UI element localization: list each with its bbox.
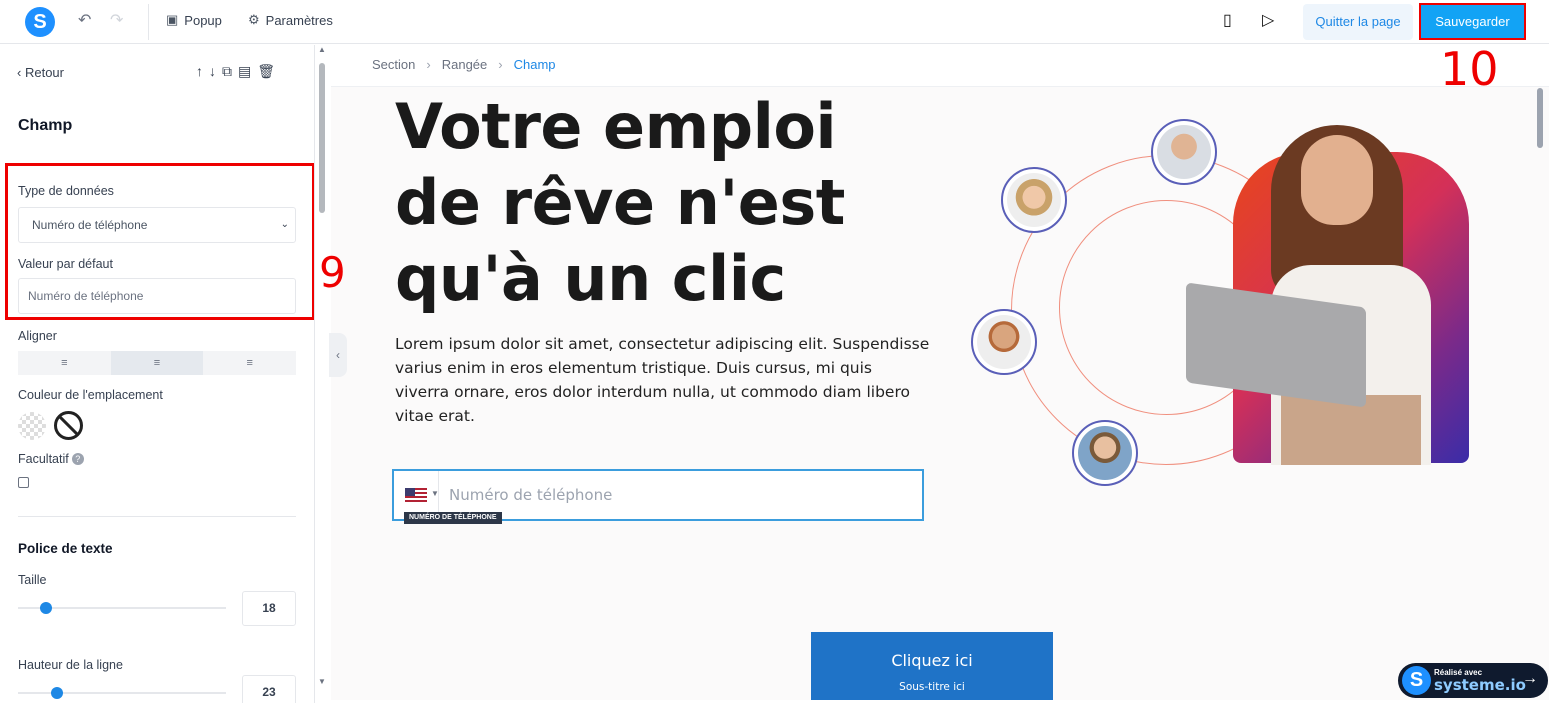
annotation-step-10: 10 <box>1440 42 1499 96</box>
systeme-logo-icon[interactable]: S <box>25 7 55 37</box>
panel-title: Champ <box>18 117 73 134</box>
woman-face <box>1301 135 1373 225</box>
size-input[interactable]: 18 <box>242 591 296 626</box>
cta-label: Cliquez ici <box>891 651 973 670</box>
systeme-badge-logo-icon: S <box>1402 666 1431 695</box>
align-left-icon[interactable]: ≡ <box>18 351 111 375</box>
align-right-icon[interactable]: ≡ <box>203 351 296 375</box>
element-actions: ↑ ↓ ⧉ ▤ 🗑 <box>196 63 275 80</box>
optional-label: Facultatif <box>18 452 69 466</box>
hero-text[interactable]: Lorem ipsum dolor sit amet, consectetur … <box>395 332 930 428</box>
avatar-man-glasses <box>1151 119 1217 185</box>
size-slider-handle[interactable] <box>40 602 52 614</box>
settings-label: Paramètres <box>265 12 333 28</box>
line-height-slider[interactable] <box>18 687 226 699</box>
avatar-woman-blonde <box>1001 167 1067 233</box>
canvas-scrollbar-thumb[interactable] <box>1537 88 1543 148</box>
canvas-scrollbar[interactable] <box>1535 88 1545 698</box>
settings-button[interactable]: ⚙ Paramètres <box>248 12 333 28</box>
arrow-right-icon: → <box>1522 670 1538 687</box>
quit-page-button[interactable]: Quitter la page <box>1303 4 1413 40</box>
avatar-woman-denim <box>1072 420 1138 486</box>
help-icon[interactable]: ? <box>71 453 84 465</box>
data-type-label: Type de données <box>18 184 114 198</box>
breadcrumb-row[interactable]: Rangée <box>442 57 488 72</box>
align-button-group: ≡ ≡ ≡ <box>18 351 296 375</box>
avatar-man-beard <box>971 309 1037 375</box>
breadcrumb-section[interactable]: Section <box>372 57 415 72</box>
popup-button[interactable]: ▣ Popup <box>166 12 222 28</box>
chevron-down-icon: ⌄ <box>280 219 289 230</box>
annotation-step-9: 9 <box>319 248 346 297</box>
chevron-left-icon: ‹ <box>336 348 340 362</box>
play-preview-icon[interactable]: ▷ <box>1262 10 1274 32</box>
panel-divider <box>18 516 296 517</box>
chevron-left-icon: ‹ <box>17 65 22 80</box>
optional-checkbox[interactable] <box>18 477 29 488</box>
hero-title[interactable]: Votre emploi de rêve n'est qu'à un clic <box>395 89 895 317</box>
optional-label-row: Facultatif? <box>18 452 84 466</box>
cta-button[interactable]: Cliquez ici Sous-titre ici <box>811 632 1053 700</box>
default-value-label: Valeur par défaut <box>18 257 113 271</box>
breadcrumb-field[interactable]: Champ <box>514 57 556 72</box>
chevron-right-icon: › <box>426 57 431 72</box>
color-swatch[interactable] <box>18 412 46 440</box>
placeholder-color-label: Couleur de l'emplacement <box>18 388 163 402</box>
back-button[interactable]: ‹ Retour <box>17 65 64 80</box>
size-label: Taille <box>18 573 47 587</box>
data-type-select[interactable]: Numéro de téléphone ⌄ <box>18 207 296 243</box>
panel-scrollbar-thumb[interactable] <box>319 63 325 213</box>
phone-placeholder: Numéro de téléphone <box>449 486 613 504</box>
chevron-right-icon: › <box>498 57 503 72</box>
line-height-input[interactable]: 23 <box>242 675 296 703</box>
default-value-input[interactable]: Numéro de téléphone <box>18 278 296 314</box>
align-center-icon[interactable]: ≡ <box>110 351 204 375</box>
popup-icon: ▣ <box>166 12 179 27</box>
collapse-panel-button[interactable]: ‹ <box>329 333 347 377</box>
mobile-preview-icon[interactable]: ▯ <box>1223 10 1232 32</box>
font-section-title: Police de texte <box>18 541 113 556</box>
back-label: Retour <box>24 65 64 80</box>
panel-scrollbar[interactable]: ▲ ▼ <box>316 45 328 690</box>
redo-icon[interactable]: ↷ <box>110 10 123 32</box>
save-button[interactable]: Sauvegarder <box>1419 3 1526 40</box>
field-type-tag: NUMÉRO DE TÉLÉPHONE <box>404 512 502 524</box>
page-canvas: Section › Rangée › Champ Votre emploi de rêv… <box>331 45 1549 700</box>
line-height-slider-handle[interactable] <box>51 687 63 699</box>
top-toolbar: S ↶ ↷ ▣ Popup ⚙ Paramètres ▯ ▷ Quitter l… <box>0 0 1549 44</box>
data-type-value: Numéro de téléphone <box>32 218 148 232</box>
us-flag-icon[interactable] <box>405 488 427 503</box>
popup-label: Popup <box>184 12 222 28</box>
undo-icon[interactable]: ↶ <box>78 10 91 32</box>
save-block-icon[interactable]: ▤ <box>238 63 251 80</box>
scroll-up-icon[interactable]: ▲ <box>318 45 326 54</box>
badge-line2: systeme.io <box>1434 676 1526 694</box>
align-label: Aligner <box>18 329 57 343</box>
duplicate-icon[interactable]: ⧉ <box>222 63 232 80</box>
trash-icon[interactable]: 🗑 <box>257 63 275 80</box>
move-up-icon[interactable]: ↑ <box>196 63 203 80</box>
hero-illustration <box>971 115 1471 495</box>
settings-panel: ‹ Retour ↑ ↓ ⧉ ▤ 🗑 Champ Type de données… <box>0 45 315 703</box>
toolbar-divider <box>148 4 149 40</box>
no-color-icon[interactable] <box>54 411 83 440</box>
made-with-systeme-badge[interactable]: S Réalisé avec systeme.io → <box>1398 663 1548 698</box>
cta-subtitle: Sous-titre ici <box>899 681 965 693</box>
breadcrumb: Section › Rangée › Champ <box>331 45 1549 87</box>
scroll-down-icon[interactable]: ▼ <box>318 677 326 686</box>
line-height-label: Hauteur de la ligne <box>18 658 123 672</box>
size-slider[interactable] <box>18 602 226 614</box>
move-down-icon[interactable]: ↓ <box>209 63 216 80</box>
gear-icon: ⚙ <box>248 12 260 27</box>
